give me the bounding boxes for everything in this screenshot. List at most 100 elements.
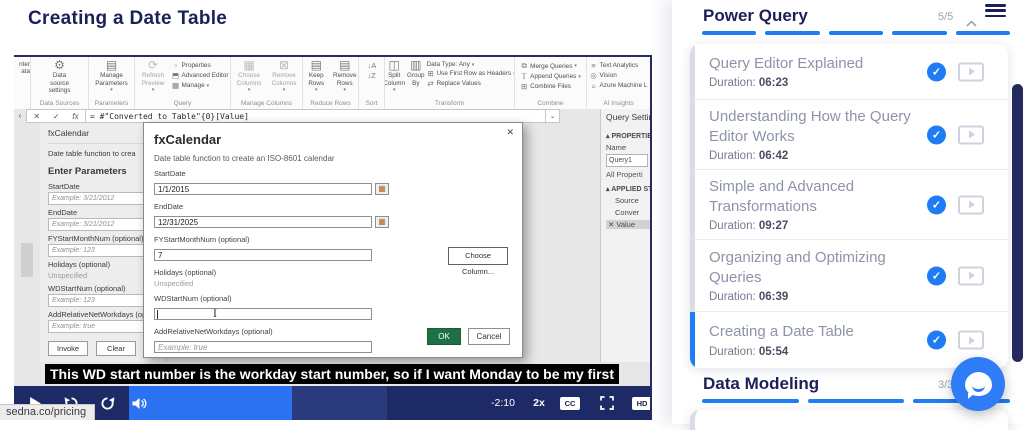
manage-button[interactable]: ▦ Manage ▾ <box>172 81 229 90</box>
all-properties-link[interactable]: All Properti <box>606 170 650 179</box>
calendar-picker-icon[interactable]: ▦ <box>375 215 389 228</box>
video-lesson-icon[interactable] <box>958 195 984 214</box>
fullscreen-icon <box>600 396 614 410</box>
video-lesson-icon[interactable] <box>958 62 984 81</box>
properties-icon: ▫ <box>174 61 177 70</box>
applied-step-selected[interactable]: ✕ Value <box>606 220 650 229</box>
chat-bubble-icon <box>964 372 992 399</box>
video-lesson-icon[interactable] <box>958 330 984 350</box>
wdstartnum-input[interactable]: I <box>154 307 372 320</box>
group-by-icon: ▥ <box>410 58 422 72</box>
applied-step[interactable]: Conver <box>606 208 650 217</box>
use-first-row-as-headers-button[interactable]: ⊞ Use First Row as Headers ▾ <box>427 69 514 78</box>
field-label: StartDate <box>154 169 186 178</box>
time-remaining: -2:10 <box>491 397 515 409</box>
addrelativenetworkdays-input[interactable]: Example: true <box>154 340 372 353</box>
fystartmonthnum-input[interactable]: 7 <box>154 248 372 261</box>
clear-button[interactable]: Clear <box>96 341 136 356</box>
merge-queries-icon: ⧉ <box>521 61 527 70</box>
vision-button[interactable]: ◎ Vision <box>590 71 648 80</box>
manage-parameters-button[interactable]: ▤ Manage Parameters ▾ <box>95 59 128 94</box>
sort-descending-button[interactable]: ↓Z <box>368 71 376 80</box>
lesson-item[interactable]: Simple and Advanced Transformations Dura… <box>690 170 1008 240</box>
fullscreen-button[interactable] <box>594 386 620 420</box>
video-lesson-icon[interactable] <box>958 125 984 144</box>
combine-files-button[interactable]: ⊞ Combine Files <box>520 82 581 91</box>
formula-expand-icon[interactable]: ⌄ <box>546 109 560 123</box>
replace-values-button[interactable]: ⇄ Replace Values <box>427 79 514 88</box>
query-name-input[interactable]: Query1 <box>606 154 648 167</box>
choose-columns-button[interactable]: ▦ Choose Columns ▾ <box>233 59 266 94</box>
refresh-icon: ⟳ <box>148 58 159 72</box>
progress-played[interactable] <box>129 386 292 420</box>
enddate-input[interactable]: 12/31/2025 <box>154 215 372 228</box>
cc-icon: CC <box>560 396 580 410</box>
data-type-button[interactable]: Data Type: Any ▾ <box>427 61 514 68</box>
refresh-preview-button[interactable]: ⟳ Refresh Preview ▾ <box>137 58 170 94</box>
query-settings-title: Query Settin <box>606 112 650 122</box>
properties-header[interactable]: ▴ PROPERTIE <box>606 132 650 140</box>
duration-label: Duration: <box>709 291 756 304</box>
lesson-item[interactable]: Query Editor Explained Duration: 06:23 ✓ <box>690 44 1008 100</box>
quality-button[interactable]: HD <box>629 386 650 420</box>
dropdown-caret-icon: ▾ <box>110 87 113 94</box>
append-queries-button[interactable]: 𝕋 Append Queries ▾ <box>520 72 580 81</box>
replace-values-icon: ⇄ <box>427 79 434 88</box>
remove-columns-button[interactable]: ⊠ Remove Columns ▾ <box>268 59 301 94</box>
choose-column-button[interactable]: Choose Column... <box>448 247 508 276</box>
applied-steps-header[interactable]: ▴ APPLIED ST <box>606 185 650 193</box>
startdate-input[interactable]: 1/1/2015 <box>154 182 372 195</box>
dropdown-caret-icon: ▾ <box>206 82 210 89</box>
invoke-button[interactable]: Invoke <box>48 341 88 356</box>
sort-ascending-button[interactable]: ↓A <box>368 61 377 70</box>
chat-launcher-button[interactable] <box>951 357 1005 411</box>
dropdown-caret-icon: ▾ <box>574 63 577 69</box>
first-row-headers-icon: ⊞ <box>427 69 434 78</box>
split-column-button[interactable]: ◫ Split Column ▾ <box>385 59 405 94</box>
field-label: EndDate <box>154 202 184 211</box>
dropdown-caret-icon: ▾ <box>392 87 396 94</box>
progress-buffered[interactable] <box>292 386 387 420</box>
text-analytics-button[interactable]: ≡ Text Analytics <box>590 61 648 70</box>
azure-ml-button[interactable]: ▵ Azure Machine L <box>590 81 648 90</box>
calendar-picker-icon[interactable]: ▦ <box>375 182 389 195</box>
field-label: WDStartNum (optional) <box>154 294 232 303</box>
group-by-button[interactable]: ▥ Group By <box>407 59 425 87</box>
properties-button[interactable]: ▫ Properties <box>172 61 229 70</box>
dropdown-caret-icon: ▾ <box>471 61 475 68</box>
lesson-item[interactable]: Organizing and Optimizing Queries Durati… <box>690 240 1008 312</box>
merge-queries-button[interactable]: ⧉ Merge Queries ▾ <box>520 61 581 71</box>
data-source-settings-button[interactable]: ⚙ Data source settings <box>43 59 76 95</box>
close-icon[interactable]: ✕ <box>506 127 514 138</box>
lesson-item-active[interactable]: Creating a Date Table Duration: 05:54 ✓ <box>690 312 1008 368</box>
dropdown-caret-icon: ▾ <box>314 87 318 94</box>
next-lesson-card-partial[interactable] <box>690 410 1008 430</box>
sidebar-scrollbar[interactable] <box>1012 84 1023 362</box>
formula-input[interactable]: = #"Converted to Table"{0}[Value] <box>86 109 546 123</box>
captions-button[interactable]: CC <box>557 386 583 420</box>
advanced-editor-button[interactable]: ⬒ Advanced Editor <box>172 71 228 80</box>
keep-rows-button[interactable]: ▤ Keep Rows ▾ <box>303 59 330 94</box>
cancel-button[interactable]: Cancel <box>468 328 510 345</box>
enter-data-button-partial[interactable]: nter ata <box>14 57 31 109</box>
hamburger-menu-icon[interactable] <box>985 4 1006 20</box>
ok-button[interactable]: OK <box>427 328 461 345</box>
forward-button[interactable] <box>94 386 120 420</box>
playback-speed-button[interactable]: 2x <box>526 386 552 420</box>
ribbon-group-combine: ⧉ Merge Queries ▾ 𝕋 Append Queries ▾ ⊞ C… <box>515 57 587 109</box>
collapse-queries-icon[interactable]: ‹ <box>14 109 26 123</box>
chevron-up-icon[interactable] <box>966 14 977 32</box>
remove-rows-button[interactable]: ▤ Remove Rows ▾ <box>332 59 359 94</box>
formula-cancel-icon[interactable]: ✕ <box>33 112 40 121</box>
formula-commit-icon[interactable]: ✓ <box>53 112 60 121</box>
field-label: Holidays (optional) <box>154 268 217 277</box>
dropdown-caret-icon: ▾ <box>343 87 346 94</box>
video-lesson-icon[interactable] <box>958 266 984 285</box>
ribbon-group-transform: ◫ Split Column ▾ ▥ Group By Data Type: A… <box>385 57 515 109</box>
volume-button[interactable] <box>126 386 152 420</box>
video-player[interactable]: nter ata ⚙ Data source settings Data Sou… <box>14 55 652 420</box>
queries-pane-collapsed[interactable] <box>14 123 41 362</box>
lesson-item[interactable]: Understanding How the Query Editor Works… <box>690 100 1008 170</box>
lesson-list: Query Editor Explained Duration: 06:23 ✓… <box>690 44 1008 368</box>
applied-step[interactable]: Source <box>606 196 650 205</box>
